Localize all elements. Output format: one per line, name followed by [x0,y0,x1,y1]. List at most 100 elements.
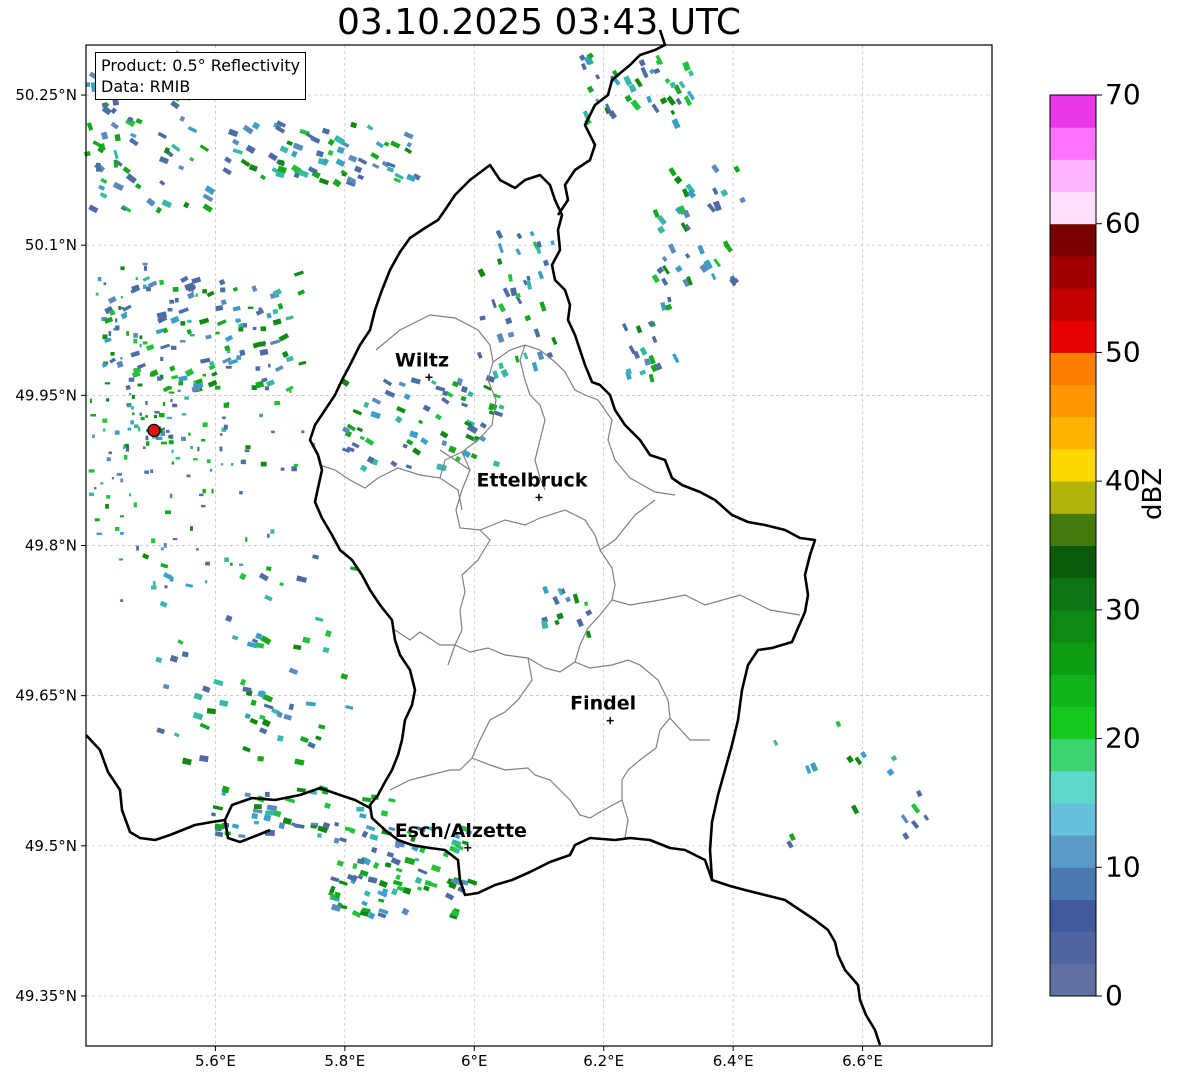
echo-cell [165,429,170,433]
echo-cell [278,822,286,830]
echo-cell [225,614,233,623]
echo-cell [99,192,108,199]
echo-cell [356,806,365,812]
echo-cell [89,398,92,404]
echo-cell [163,542,167,548]
echo-cell [227,128,239,138]
echo-cell [336,146,345,154]
echo-cell [206,290,215,298]
echo-cell [126,331,129,336]
echo-cell [118,305,121,311]
echo-cell [96,162,101,172]
echo-cell [412,447,422,456]
echo-cell [86,122,94,131]
echo-cell [220,463,224,466]
echo-cell [159,179,166,186]
echo-cell [263,703,274,710]
echo-cell [670,109,676,116]
echo-cell [359,464,368,473]
echo-cell [260,461,267,467]
echo-cell [255,380,265,389]
echo-cell [492,460,501,468]
colorbar-segment [1050,545,1096,579]
echo-cell [402,443,408,449]
echo-cell [476,351,483,359]
colorbar-segment [1050,642,1096,675]
place-label: Esch/Alzette [395,820,527,842]
echo-cell [210,812,217,817]
echo-cell [809,762,819,773]
echo-cell [147,280,158,289]
echo-cell [678,80,686,89]
echo-cell [102,428,106,432]
echo-cell [259,413,263,418]
echo-cell [293,463,299,467]
echo-cell [218,278,226,286]
echo-cell [158,279,165,286]
echo-cell [205,334,212,340]
echo-cell [160,356,164,362]
echo-cell [403,131,414,140]
echo-cell [684,253,691,259]
echo-cell [835,720,842,728]
echo-cell [371,846,378,854]
echo-cell [327,138,335,147]
radar-site-marker [147,423,161,437]
echo-cell [251,121,261,130]
echo-cell [179,115,186,122]
echo-cell [187,319,192,323]
echo-cell [126,404,132,408]
echo-cell [231,634,239,641]
echo-cell [441,397,450,405]
echo-cell [162,683,170,690]
echo-cell [186,328,193,335]
echo-cell [507,331,515,338]
echo-cell [120,531,124,535]
echo-cell [621,323,629,332]
echo-cell [504,317,513,325]
echo-cell [240,158,251,167]
echo-cell [116,360,124,369]
echo-cell [496,332,505,343]
echo-cell [120,357,123,360]
echo-cell [239,572,247,581]
echo-cell [167,307,173,312]
echo-cell [242,124,254,135]
echo-cell [245,445,251,450]
echo-cell [305,701,316,707]
echo-cell [495,229,504,240]
echo-cell [206,459,211,464]
echo-cell [249,717,259,725]
place-marker: Findel [570,693,636,725]
echo-cell [314,616,324,623]
echo-cell [116,472,123,476]
echo-cell [270,529,275,534]
echo-cell [356,426,364,433]
echo-cell [115,325,120,331]
echo-cell [269,339,281,346]
echo-cell [267,533,270,538]
echo-cell [264,791,270,797]
echo-cell [576,618,584,628]
echo-cell [340,673,349,680]
echo-cell [223,424,228,430]
echo-cell [586,85,595,94]
echo-cell [363,401,370,409]
echo-cell [156,727,166,735]
echo-cell [657,225,666,234]
echo-cell [208,364,216,371]
echo-cell [113,149,119,160]
echo-cell [537,270,544,280]
echo-cell [115,527,120,531]
echo-cell [142,275,151,282]
echo-cell [713,258,722,268]
echo-cell [272,318,282,326]
echo-cell [146,197,156,207]
echo-cell [215,331,220,335]
echo-cell [396,885,405,892]
echo-cell [144,470,150,474]
echo-cell [211,371,218,377]
echo-cell [192,711,204,721]
echo-cell [135,277,138,281]
echo-cell [697,244,705,255]
